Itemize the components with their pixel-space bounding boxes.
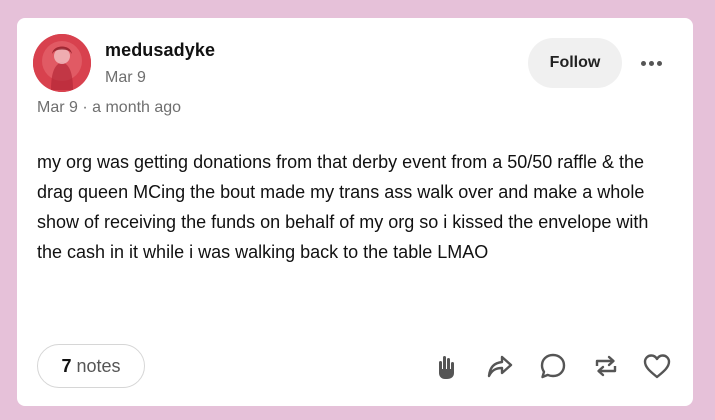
reblog-icon[interactable] [590,350,622,382]
notes-button[interactable]: 7 notes [37,344,145,388]
like-icon[interactable] [641,350,673,382]
post-date-short: Mar 9 [105,69,146,86]
post-date[interactable]: Mar 9 · a month ago [37,99,181,117]
hand-icon[interactable] [431,350,463,382]
more-options-icon[interactable] [635,51,667,75]
share-icon-graphic [487,355,513,378]
dot [656,60,662,66]
avatar-image [33,34,91,92]
post-card: medusadyke Mar 9 Follow Mar 9 · a month … [17,18,693,406]
reply-icon[interactable] [537,350,569,382]
reply-icon-graphic [540,353,566,379]
username[interactable]: medusadyke [105,40,215,61]
avatar[interactable] [33,34,91,92]
notes-label: notes [76,355,121,376]
hand-icon-graphic [439,356,454,379]
post-body: my org was getting donations from that d… [37,152,649,262]
share-icon[interactable] [484,350,516,382]
follow-button[interactable]: Follow [528,38,622,88]
notes-count: 7 [61,355,72,376]
reblog-icon-graphic [595,355,617,377]
dot [640,60,646,66]
heart-icon-graphic [643,354,671,379]
dot [648,60,654,66]
